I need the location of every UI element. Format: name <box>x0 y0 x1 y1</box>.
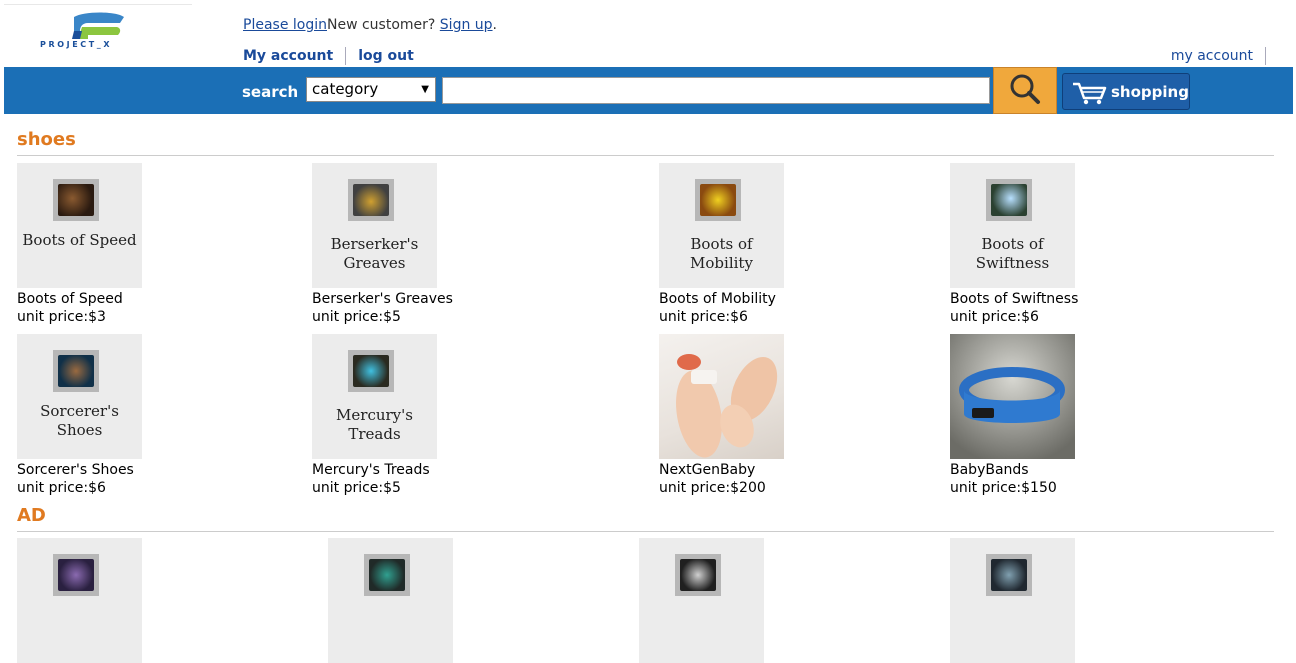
product-image[interactable]: Mercury's Treads <box>312 334 437 459</box>
shopping-cart-label: shopping cart <box>1111 83 1189 101</box>
please-login-link[interactable]: Please login <box>243 17 327 33</box>
product-name[interactable]: Boots of Swiftness <box>950 290 1230 308</box>
product-card[interactable] <box>639 538 919 663</box>
product-name[interactable]: Berserker's Greaves <box>312 290 592 308</box>
image-caption: Mercury's Treads <box>336 406 413 443</box>
divider <box>345 47 347 65</box>
product-name[interactable]: BabyBands <box>950 461 1230 479</box>
search-bar: search category ▼ shopping cart <box>4 67 1293 114</box>
boots-icon <box>348 179 394 221</box>
product-card[interactable]: Mercury's Treads Mercury's Treads unit pr… <box>312 334 592 497</box>
product-card[interactable]: Berserker's Greaves Berserker's Greaves u… <box>312 163 592 326</box>
search-input[interactable] <box>442 77 990 104</box>
logo-mark-icon <box>72 12 124 39</box>
product-name[interactable]: NextGenBaby <box>659 461 939 479</box>
image-caption: Sorcerer's Shoes <box>40 402 119 439</box>
category-select[interactable]: category ▼ <box>306 77 436 102</box>
search-button[interactable] <box>993 67 1057 114</box>
product-name[interactable]: Boots of Speed <box>17 290 297 308</box>
product-image[interactable]: Boots of Speed <box>17 163 142 288</box>
product-price: unit price:$6 <box>17 480 106 496</box>
site-logo[interactable]: PROJECT_X <box>4 4 192 61</box>
product-image[interactable]: Sorcerer's Shoes <box>17 334 142 459</box>
product-card[interactable]: NextGenBaby unit price:$200 <box>659 334 939 497</box>
baby-feet-photo <box>676 354 778 458</box>
item-icon <box>53 554 99 596</box>
product-card[interactable] <box>328 538 608 663</box>
product-image[interactable] <box>659 334 784 459</box>
login-line: Please loginNew customer? Sign up. <box>243 17 497 33</box>
product-price: unit price:$6 <box>659 309 748 325</box>
dropdown-arrow-icon: ▼ <box>421 84 429 95</box>
product-image[interactable]: Boots of Mobility <box>659 163 784 288</box>
boots-icon <box>53 179 99 221</box>
log-out-link[interactable]: log out <box>358 48 414 64</box>
new-customer-text: New customer? <box>327 17 440 33</box>
product-card[interactable] <box>17 538 297 663</box>
image-caption: Boots of Speed <box>22 231 137 249</box>
product-card[interactable]: BabyBands unit price:$150 <box>950 334 1230 497</box>
product-card[interactable] <box>950 538 1230 663</box>
product-image[interactable] <box>17 538 142 663</box>
boots-icon <box>986 179 1032 221</box>
section-title-shoes: shoes <box>17 129 76 150</box>
product-name[interactable]: Sorcerer's Shoes <box>17 461 297 479</box>
category-select-value: category <box>312 80 379 98</box>
product-card[interactable]: Boots of Speed Boots of Speed unit price… <box>17 163 297 326</box>
search-label: search <box>242 83 299 101</box>
item-icon <box>986 554 1032 596</box>
shopping-cart-icon <box>1073 82 1107 105</box>
boots-icon <box>53 350 99 392</box>
product-image[interactable] <box>639 538 764 663</box>
boots-icon <box>695 179 741 221</box>
sign-up-link[interactable]: Sign up <box>440 17 493 33</box>
image-caption: Berserker's Greaves <box>330 235 419 272</box>
image-caption: Boots of Swiftness <box>975 235 1050 272</box>
product-card[interactable]: Boots of Mobility Boots of Mobility unit … <box>659 163 939 326</box>
period-text: . <box>492 17 497 33</box>
product-price: unit price:$150 <box>950 480 1057 496</box>
product-image[interactable] <box>328 538 453 663</box>
product-price: unit price:$3 <box>17 309 106 325</box>
item-icon <box>675 554 721 596</box>
product-image[interactable] <box>950 538 1075 663</box>
product-name[interactable]: Mercury's Treads <box>312 461 592 479</box>
product-image[interactable]: Berserker's Greaves <box>312 163 437 288</box>
product-card[interactable]: Boots of Swiftness Boots of Swiftness uni… <box>950 163 1230 326</box>
product-name[interactable]: Boots of Mobility <box>659 290 939 308</box>
product-price: unit price:$5 <box>312 480 401 496</box>
product-price: unit price:$200 <box>659 480 766 496</box>
product-card[interactable]: Sorcerer's Shoes Sorcerer's Shoes unit p… <box>17 334 297 497</box>
section-divider <box>17 531 1274 532</box>
image-caption: Boots of Mobility <box>690 235 753 272</box>
product-image[interactable]: Boots of Swiftness <box>950 163 1075 288</box>
item-icon <box>364 554 410 596</box>
magnifier-icon <box>1010 74 1040 104</box>
section-divider <box>17 155 1274 156</box>
logo-text: PROJECT_X <box>40 40 113 49</box>
boots-icon <box>348 350 394 392</box>
divider <box>1265 47 1266 65</box>
product-price: unit price:$6 <box>950 309 1039 325</box>
product-image[interactable] <box>950 334 1075 459</box>
my-account-link[interactable]: My account <box>243 48 333 64</box>
shopping-cart-button[interactable]: shopping cart <box>1062 73 1190 110</box>
account-links: My account log out <box>243 47 414 65</box>
wristband-photo <box>959 367 1065 423</box>
my-account-right-link[interactable]: my account <box>1171 48 1253 64</box>
section-title-ad: AD <box>17 505 46 526</box>
product-price: unit price:$5 <box>312 309 401 325</box>
my-account-right: my account <box>1171 47 1266 65</box>
